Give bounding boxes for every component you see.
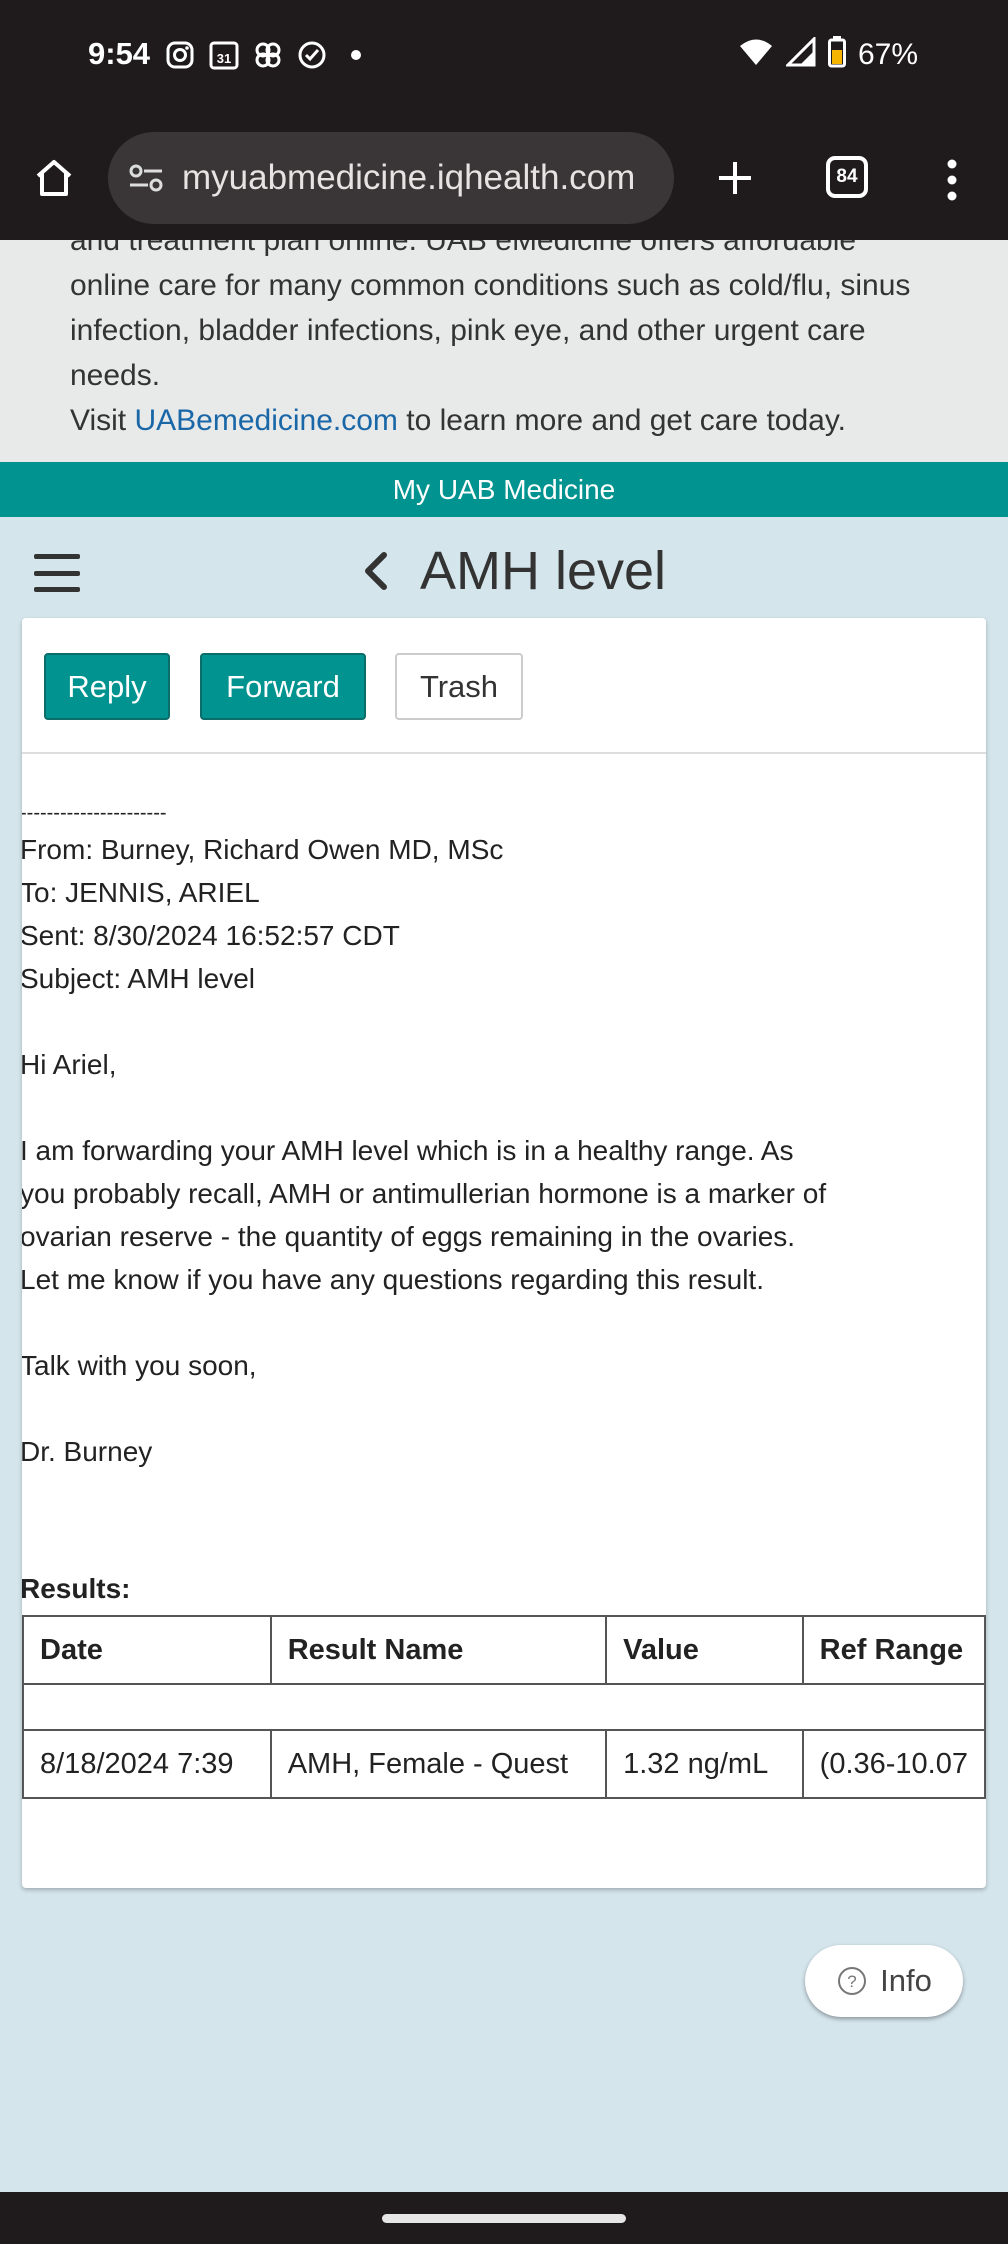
more-menu-button[interactable] <box>930 150 974 210</box>
subject-line: Subject: AMH level <box>22 963 255 994</box>
notification-icons: 31 <box>165 40 371 70</box>
message-actions: Reply Forward Trash <box>22 618 986 754</box>
banner-line-cut: and treatment plan online. UAB eMedicine… <box>70 240 857 257</box>
results-label: Results: <box>22 1573 131 1604</box>
signal-icon <box>784 35 816 72</box>
page-header: AMH level <box>360 540 666 602</box>
calendar-icon: 31 <box>209 40 239 70</box>
status-right: 67% <box>738 35 918 73</box>
from-line: From: Burney, Richard Owen MD, MSc <box>22 834 504 865</box>
to-line: To: JENNIS, ARIEL <box>22 877 260 908</box>
banner-visit-suffix: to learn more and get care today. <box>406 404 846 437</box>
svg-text:?: ? <box>847 1972 856 1991</box>
body-line: ovarian reserve - the quantity of eggs r… <box>22 1221 796 1252</box>
emedicine-banner: and treatment plan online. UAB eMedicine… <box>0 240 1008 462</box>
status-time: 9:54 <box>88 36 151 71</box>
cell-ref-range: (0.36-10.07 <box>801 1729 986 1799</box>
back-chevron-icon[interactable] <box>360 546 394 596</box>
signature: Dr. Burney <box>22 1436 153 1467</box>
info-label: Info <box>880 1963 932 1998</box>
address-bar[interactable]: myuabmedicine.iqhealth.com <box>108 132 674 224</box>
body-line: I am forwarding your AMH level which is … <box>22 1135 794 1166</box>
brand-bar: My UAB Medicine <box>0 462 1008 517</box>
url-text: myuabmedicine.iqhealth.com <box>182 158 636 197</box>
cell-result-name: AMH, Female - Quest <box>269 1729 608 1799</box>
site-settings-icon[interactable] <box>126 158 166 198</box>
tab-switcher-button[interactable]: 84 <box>826 156 868 198</box>
pinwheel-icon <box>253 40 283 70</box>
column-header: Value <box>605 1615 804 1685</box>
uabemedicine-link[interactable]: UABemedicine.com <box>134 404 397 437</box>
message-body: ---------------------- From: Burney, Ric… <box>22 798 980 1473</box>
table-row: 8/18/2024 7:39 AMH, Female - Quest 1.32 … <box>22 1729 986 1799</box>
cell-date: 8/18/2024 7:39 <box>22 1729 272 1799</box>
status-bar: 9:54 31 67% <box>0 0 1008 120</box>
sent-line: Sent: 8/30/2024 16:52:57 CDT <box>22 920 400 951</box>
banner-visit-prefix: Visit <box>70 404 127 437</box>
home-gesture-handle[interactable] <box>382 2214 626 2223</box>
plus-icon <box>719 162 751 194</box>
body-line: you probably recall, AMH or antimulleria… <box>22 1178 827 1209</box>
help-circle-icon: ? <box>838 1967 867 1995</box>
table-spacer-row <box>22 1683 986 1731</box>
banner-body: online care for many common conditions s… <box>70 269 911 392</box>
calendar-day: 31 <box>217 51 231 66</box>
browser-toolbar: myuabmedicine.iqhealth.com 84 <box>0 120 1008 240</box>
more-vert-icon <box>947 159 957 201</box>
check-circle-icon <box>297 40 327 70</box>
dot-icon <box>341 40 371 70</box>
instagram-icon <box>165 40 195 70</box>
body-line: Let me know if you have any questions re… <box>22 1264 764 1295</box>
new-tab-button[interactable] <box>707 150 763 206</box>
navigation-bar <box>0 2192 1008 2244</box>
table-header-row: Date Result Name Value Ref Range <box>22 1615 986 1685</box>
info-button[interactable]: ? Info <box>805 1945 963 2017</box>
column-header: Result Name <box>269 1615 608 1685</box>
hamburger-menu-icon[interactable] <box>34 554 80 592</box>
column-header: Ref Range <box>801 1615 986 1685</box>
home-button[interactable] <box>28 152 80 204</box>
wifi-icon <box>738 37 774 72</box>
results-table: Date Result Name Value Ref Range 8/18/20… <box>22 1615 986 1799</box>
greeting: Hi Ariel, <box>22 1049 117 1080</box>
column-header: Date <box>22 1615 272 1685</box>
separator: ---------------------- <box>22 802 167 824</box>
forward-button[interactable]: Forward <box>200 653 366 720</box>
battery-icon <box>827 36 846 73</box>
message-card: Reply Forward Trash --------------------… <box>22 618 986 1888</box>
trash-button[interactable]: Trash <box>395 653 523 720</box>
page-title: AMH level <box>420 541 667 601</box>
battery-percent: 67% <box>857 37 918 71</box>
home-icon <box>36 160 72 196</box>
reply-button[interactable]: Reply <box>44 653 170 720</box>
closing: Talk with you soon, <box>22 1350 257 1381</box>
banner-text: and treatment plan online. UAB eMedicine… <box>70 240 950 443</box>
cell-value: 1.32 ng/mL <box>605 1729 804 1799</box>
banner-visit: Visit UABemedicine.com to learn more and… <box>70 398 950 443</box>
